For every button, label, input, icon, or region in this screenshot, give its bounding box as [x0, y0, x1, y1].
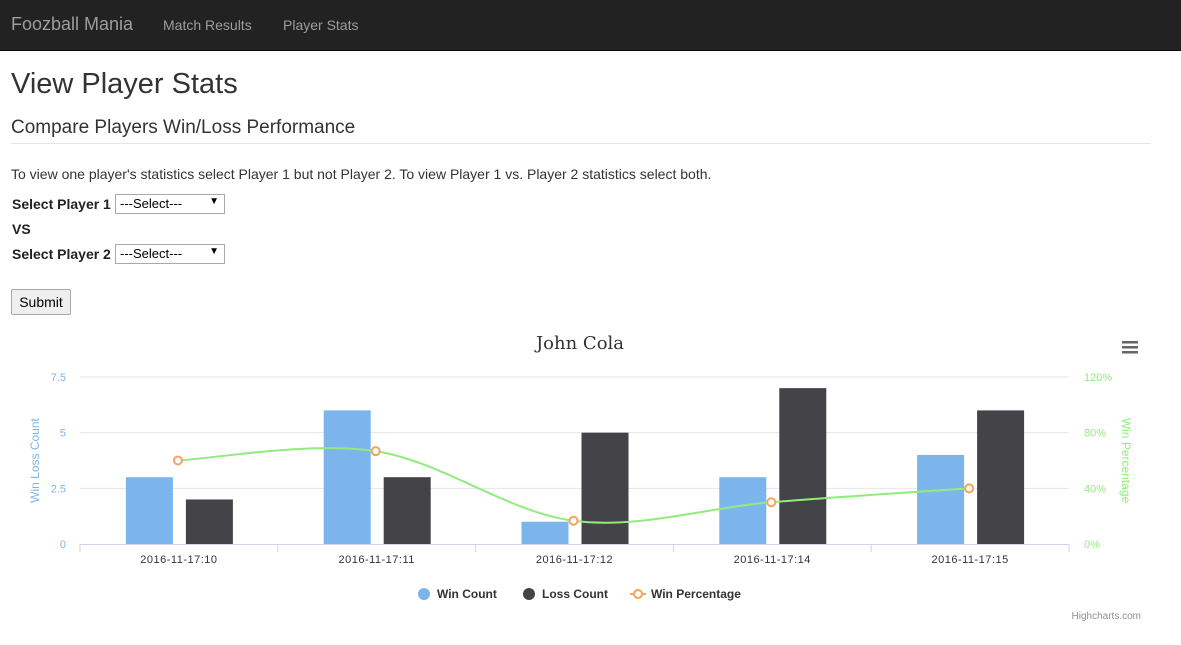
x-axis-category-label: 2016-11-17:10: [140, 554, 217, 566]
nav-player-stats[interactable]: Player Stats: [283, 17, 358, 33]
y-left-tick-label: 2.5: [51, 483, 66, 495]
player2-select-value: ---Select---: [120, 246, 183, 261]
win-percentage-marker: [370, 446, 381, 457]
nav-match-results[interactable]: Match Results: [163, 17, 252, 33]
player2-label: Select Player 2: [12, 246, 111, 262]
y-right-tick-label: 120%: [1084, 372, 1112, 384]
divider: [11, 143, 1151, 144]
legend-symbol: [523, 588, 535, 600]
x-axis-category-label: 2016-11-17:14: [734, 554, 811, 566]
chart-credits[interactable]: Highcharts.com: [1072, 611, 1141, 622]
win-percentage-marker: [766, 497, 777, 508]
help-text: To view one player's statistics select P…: [11, 166, 712, 182]
y-left-tick-label: 5: [60, 428, 66, 440]
win-count-bar: [719, 477, 767, 544]
y-left-tick-label: 0: [60, 539, 66, 551]
win-loss-chart: John Cola 0 0% 2.5 40% 5 80% 7.5 120% Win Loss Co…: [28, 333, 1138, 601]
legend-win-count[interactable]: Win Count: [418, 587, 497, 601]
y-right-tick-label: 0%: [1084, 539, 1100, 551]
dropdown-arrow-icon: ▼: [209, 196, 219, 207]
submit-button[interactable]: Submit: [11, 289, 71, 315]
y-right-axis-title: Win Percentage: [1119, 418, 1133, 504]
x-axis-category-label: 2016-11-17:11: [338, 554, 414, 566]
win-percentage-line: [177, 447, 970, 524]
loss-count-bar: [977, 410, 1025, 544]
menu-icon-bar: [1122, 341, 1138, 344]
hamburger-menu-icon[interactable]: [1122, 341, 1138, 354]
loss-count-bar: [779, 388, 827, 544]
legend-symbol: [418, 588, 430, 600]
legend-label: Win Count: [437, 587, 497, 601]
menu-icon-bar: [1122, 351, 1138, 354]
player1-select[interactable]: ---Select--- ▼: [115, 194, 225, 214]
y-right-tick-label: 40%: [1084, 483, 1106, 495]
navbar: Foozball Mania Match Results Player Stat…: [0, 0, 1181, 51]
legend-win-percentage[interactable]: Win Percentage: [630, 587, 741, 601]
win-count-bar: [521, 521, 569, 544]
win-count-bar: [125, 477, 173, 544]
y-right-tick-label: 80%: [1084, 428, 1106, 440]
win-count-bar: [323, 410, 371, 544]
x-axis-category-label: 2016-11-17:15: [931, 554, 1008, 566]
win-count-bar: [917, 454, 965, 544]
page-subtitle: Compare Players Win/Loss Performance: [11, 117, 356, 138]
win-percentage-marker: [964, 483, 975, 494]
legend-label: Loss Count: [542, 587, 608, 601]
vs-label: VS: [12, 221, 31, 237]
loss-count-bar: [383, 477, 431, 544]
win-percentage-marker: [568, 515, 579, 526]
brand-link[interactable]: Foozball Mania: [11, 14, 133, 35]
legend-label: Win Percentage: [651, 587, 741, 601]
player2-select[interactable]: ---Select--- ▼: [115, 244, 225, 264]
loss-count-bar: [581, 432, 629, 544]
x-axis-category-label: 2016-11-17:12: [536, 554, 613, 566]
player1-label: Select Player 1: [12, 196, 111, 212]
player1-select-value: ---Select---: [120, 196, 183, 211]
page-title: View Player Stats: [11, 68, 238, 100]
win-percentage-marker: [172, 455, 183, 466]
y-left-tick-label: 7.5: [51, 372, 66, 384]
chart-title: John Cola: [534, 333, 624, 354]
dropdown-arrow-icon: ▼: [209, 246, 219, 257]
legend-loss-count[interactable]: Loss Count: [523, 587, 608, 601]
y-left-axis-title: Win Loss Count: [28, 417, 42, 502]
legend-symbol: [633, 589, 643, 599]
loss-count-bar: [185, 499, 233, 544]
menu-icon-bar: [1122, 346, 1138, 349]
